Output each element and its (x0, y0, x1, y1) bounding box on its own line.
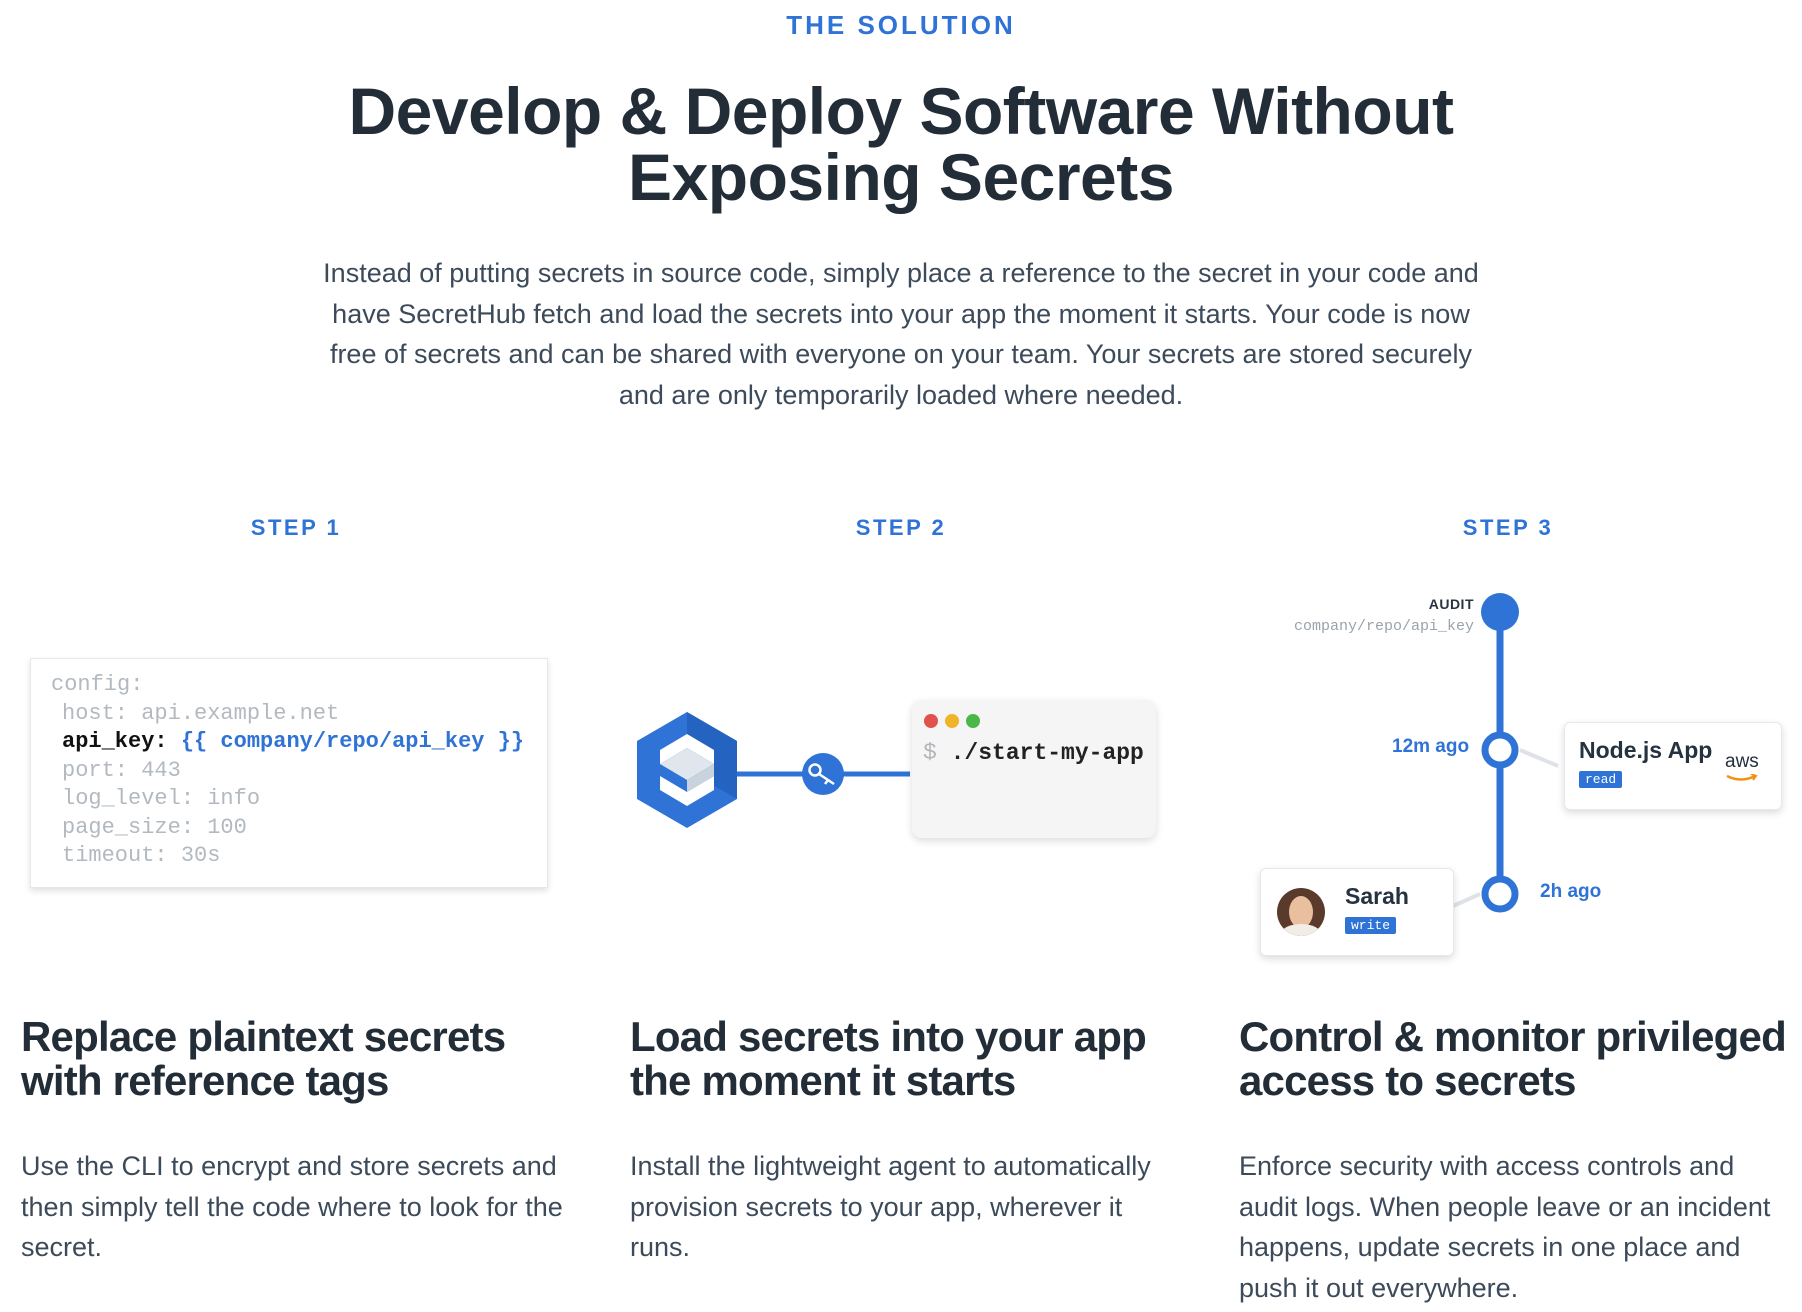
terminal-command: $ ./start-my-app (923, 740, 1144, 766)
code-line-log-level: log_level: info (62, 786, 261, 811)
timeline-node-12m (1481, 731, 1519, 769)
permission-badge-write: write (1345, 917, 1397, 934)
terminal-window: $ ./start-my-app (912, 700, 1156, 838)
key-icon (802, 753, 844, 795)
terminal-prompt: $ (923, 740, 937, 766)
window-close-dot (924, 714, 938, 728)
user-avatar-icon (1277, 888, 1325, 936)
event-time-12m: 12m ago (1392, 736, 1470, 757)
step-3-title: Control & monitor privileged access to s… (1239, 1013, 1787, 1104)
config-code-card: config: host: api.example.net api_key: {… (30, 658, 548, 888)
headline-line-2: Exposing Secrets (628, 140, 1174, 214)
timeline-node-2h (1481, 875, 1519, 913)
audit-secret-path: company/repo/api_key (1293, 618, 1474, 635)
audit-event-card-nodejs: Node.js App read aws (1564, 722, 1782, 810)
step-3-description: Enforce security with access controls an… (1239, 1151, 1771, 1303)
code-line-api-key: api_key: {{ company/repo/api_key }} (51, 728, 547, 757)
aws-logo-icon: aws (1725, 751, 1759, 781)
code-line-page-size: page_size: 100 (62, 814, 247, 840)
code-line-host: host: api.example.net (62, 700, 340, 726)
event-actor-nodejs: Node.js App (1579, 737, 1713, 763)
api-key-reference-tag: {{ company/repo/api_key }} (180, 729, 525, 754)
timeline-start-node (1481, 593, 1519, 631)
code-line-timeout: timeout: 30s (62, 843, 221, 868)
step-1-label: STEP 1 (250, 515, 342, 540)
step-1-title: Replace plaintext secrets with reference… (21, 1013, 506, 1104)
step-2-title: Load secrets into your app the moment it… (630, 1013, 1147, 1104)
window-minimize-dot (945, 714, 959, 728)
aws-logo-text: aws (1725, 751, 1759, 772)
headline-line-1: Develop & Deploy Software Without (348, 74, 1454, 148)
step-2-description: Install the lightweight agent to automat… (630, 1151, 1151, 1262)
terminal-command-text: ./start-my-app (950, 740, 1144, 766)
section-intro: Instead of putting secrets in source cod… (323, 258, 1479, 410)
audit-event-card-sarah: Sarah write (1260, 868, 1454, 956)
section-eyebrow: THE SOLUTION (786, 10, 1016, 40)
secrethub-logo-icon (637, 712, 737, 828)
agent-connection-graphic (637, 712, 910, 828)
window-maximize-dot (966, 714, 980, 728)
step-3-label: STEP 3 (1462, 515, 1554, 540)
api-key-name: api_key: (62, 729, 168, 754)
step-1-description: Use the CLI to encrypt and store secrets… (21, 1151, 563, 1262)
event-actor-sarah: Sarah (1345, 883, 1409, 909)
section-headline: Develop & Deploy Software Without Exposi… (0, 78, 1802, 210)
event-time-2h: 2h ago (1540, 881, 1602, 902)
code-line-port: port: 443 (62, 757, 181, 783)
code-line-config: config: (51, 672, 144, 697)
step-2-label: STEP 2 (855, 515, 947, 540)
permission-badge-read: read (1579, 771, 1623, 788)
